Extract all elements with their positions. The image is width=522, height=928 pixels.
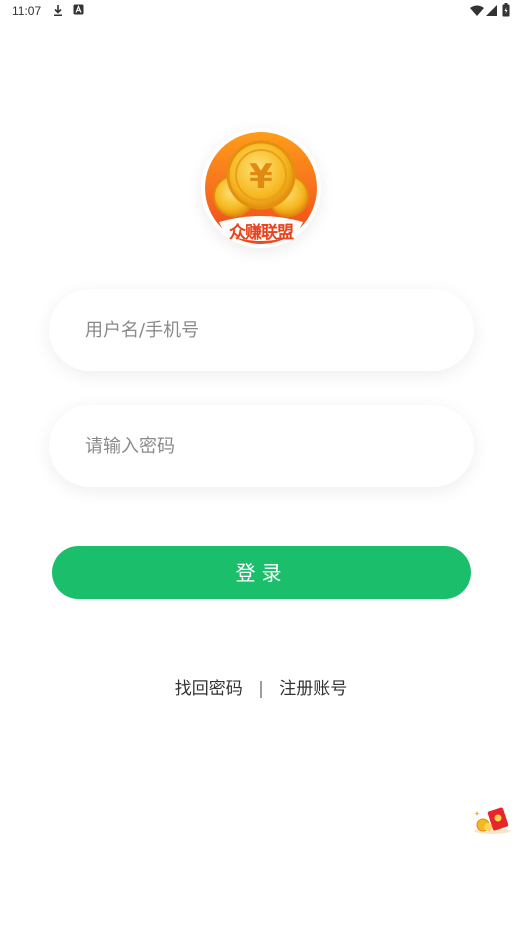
register-link[interactable]: 注册账号 [279,679,347,699]
app-logo: ¥ 众赚联盟 [201,128,321,248]
red-envelope-icon[interactable] [472,805,512,835]
download-icon [52,4,64,20]
login-button[interactable]: 登录 [52,546,471,599]
password-input[interactable] [49,405,474,487]
username-input[interactable] [49,289,474,371]
svg-text:¥: ¥ [249,157,273,197]
link-separator: | [258,679,264,699]
auth-links: 找回密码 | 注册账号 [0,674,522,699]
notification-a-icon [73,4,84,18]
battery-icon [502,3,510,20]
forgot-password-link[interactable]: 找回密码 [175,679,243,699]
logo-text: 众赚联盟 [229,223,294,243]
status-bar: 11:07 [0,0,522,22]
wifi-icon [470,5,484,19]
signal-icon [486,5,497,19]
status-time: 11:07 [12,4,42,18]
